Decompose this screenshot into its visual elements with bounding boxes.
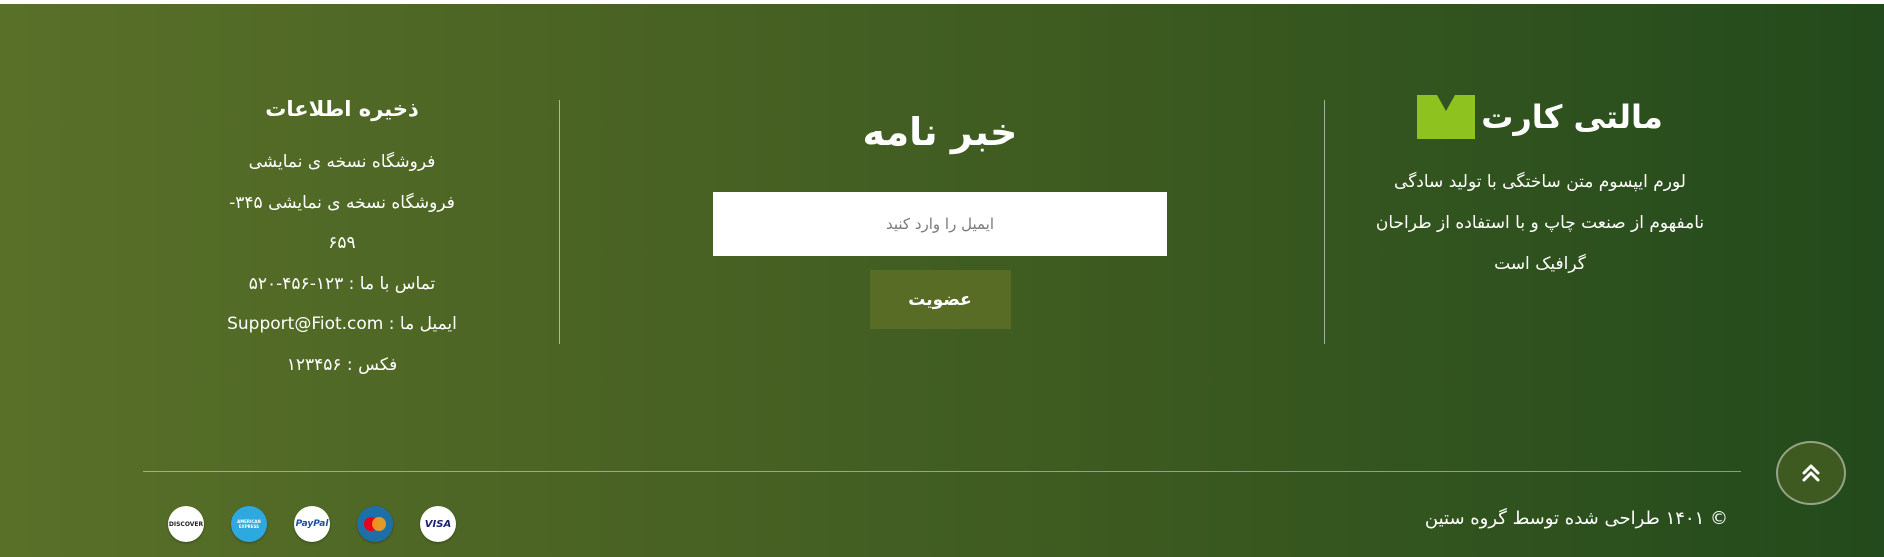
- double-chevron-up-icon: [1802, 464, 1820, 482]
- payment-label: VISA: [424, 518, 452, 530]
- info-line-store: فروشگاه نسخه ی نمایشی: [248, 152, 436, 172]
- brand-description: لورم ایپسوم متن ساختگی با تولید سادگی نا…: [1345, 162, 1735, 285]
- column-divider: [1324, 100, 1325, 344]
- newsletter-title: خبر نامه: [862, 110, 1018, 154]
- subscribe-button[interactable]: عضویت: [869, 270, 1011, 329]
- info-line-address-cont: ۶۵۹: [328, 233, 356, 253]
- newsletter-email-input[interactable]: [713, 192, 1167, 256]
- brand-description-line: نامفهوم از صنعت چاپ و با استفاده از طراح…: [1375, 213, 1705, 233]
- mastercard-circles-icon: [364, 517, 386, 531]
- brand-header[interactable]: مالتی کارت: [1345, 92, 1735, 142]
- green-m-logo-icon: [1417, 95, 1476, 139]
- payment-methods: VISA PayPal AMERICAN EXPRESS DISCOVER: [168, 506, 456, 542]
- info-line-phone[interactable]: تماس با ما : ۱۲۳-۴۵۶-۵۲۰: [192, 264, 492, 305]
- column-divider: [559, 100, 560, 344]
- visa-icon: VISA: [420, 506, 456, 542]
- brand-name: مالتی کارت: [1481, 98, 1663, 136]
- scroll-top-button[interactable]: [1776, 441, 1846, 505]
- site-footer: مالتی کارت لورم ایپسوم متن ساختگی با تول…: [0, 4, 1884, 557]
- payment-label: PayPal: [295, 519, 329, 529]
- info-section: ذخیره اطلاعات فروشگاه نسخه ی نمایشی فروش…: [192, 92, 492, 385]
- payment-label: AMERICAN EXPRESS: [237, 519, 261, 529]
- brand-section: مالتی کارت لورم ایپسوم متن ساختگی با تول…: [1345, 92, 1735, 285]
- paypal-icon: PayPal: [294, 506, 330, 542]
- info-line-address: فروشگاه نسخه ی نمایشی ۳۴۵-: [229, 192, 455, 213]
- newsletter-section: خبر نامه عضویت: [700, 102, 1180, 329]
- info-line-email[interactable]: ایمیل ما : Support@Fiot.com: [192, 304, 492, 345]
- mastercard-icon: [357, 506, 393, 542]
- brand-description-line: گرافیک است: [1494, 254, 1586, 274]
- footer-divider: [143, 471, 1741, 472]
- info-title: ذخیره اطلاعات: [265, 97, 419, 121]
- copyright-text: © ۱۴۰۱ طراحی شده توسط گروه ستین: [1424, 508, 1728, 529]
- info-list: فروشگاه نسخه ی نمایشی فروشگاه نسخه ی نما…: [192, 142, 492, 385]
- discover-icon: DISCOVER: [168, 506, 204, 542]
- amex-icon: AMERICAN EXPRESS: [231, 506, 267, 542]
- brand-description-line: لورم ایپسوم متن ساختگی با تولید سادگی: [1394, 172, 1686, 192]
- payment-label: DISCOVER: [168, 520, 204, 528]
- info-line-fax: فکس : ۱۲۳۴۵۶: [286, 354, 398, 375]
